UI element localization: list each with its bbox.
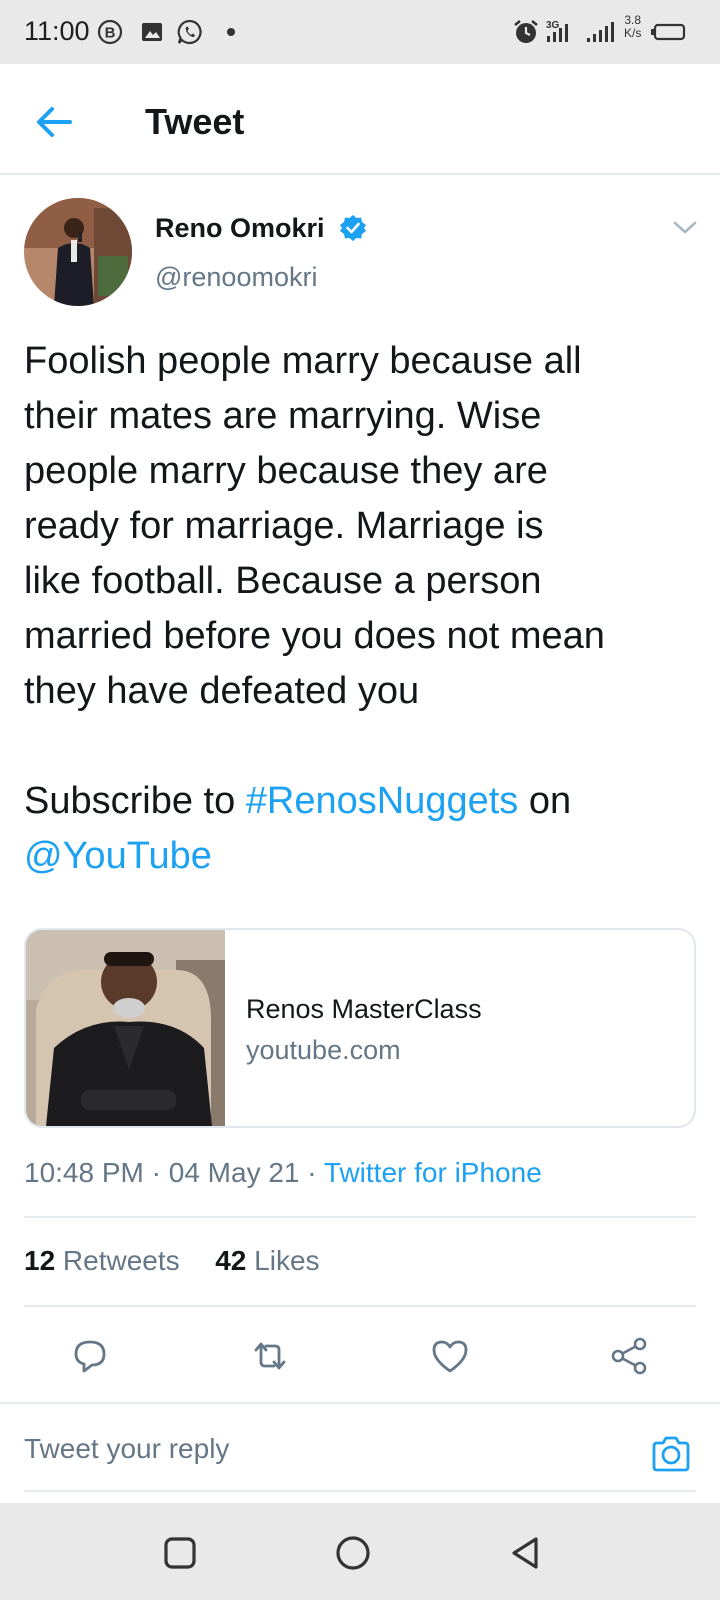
alarm-icon xyxy=(514,20,538,43)
retweets-stat[interactable]: 12 Retweets xyxy=(24,1245,180,1276)
author-handle[interactable]: @renoomokri xyxy=(155,262,317,293)
likes-stat[interactable]: 42 Likes xyxy=(215,1245,319,1276)
tweet-stats: 12 Retweets 42 Likes xyxy=(24,1245,320,1277)
meta-separator: · xyxy=(299,1157,324,1188)
chevron-down-icon[interactable] xyxy=(672,220,698,236)
likes-label: Likes xyxy=(246,1245,320,1276)
retweets-count: 12 xyxy=(24,1245,56,1276)
tweet-date: 04 May 21 xyxy=(168,1157,300,1188)
battery-icon xyxy=(651,23,686,41)
net-speed-unit: K/s xyxy=(624,26,642,40)
verified-badge-icon xyxy=(340,215,366,241)
tweet-line: like football. Because a person xyxy=(24,560,542,602)
tweet-text: Foolish people marry because all their m… xyxy=(24,334,700,884)
card-thumbnail xyxy=(26,930,225,1126)
avatar[interactable] xyxy=(24,198,132,306)
card-title: Renos MasterClass xyxy=(246,994,482,1024)
avatar-image xyxy=(24,198,132,306)
tweet-line: ready for marriage. Marriage is xyxy=(24,505,544,547)
svg-text:3G: 3G xyxy=(546,20,560,31)
tweet-line: married before you does not mean xyxy=(24,615,605,657)
dot-icon xyxy=(227,28,235,36)
mention-link[interactable]: @YouTube xyxy=(24,835,212,877)
signal-icon xyxy=(587,22,614,42)
tweet-line: their mates are marrying. Wise xyxy=(24,395,542,437)
divider xyxy=(24,1305,696,1307)
svg-text:B: B xyxy=(105,25,116,42)
author-name[interactable]: Reno Omokri xyxy=(155,213,325,244)
retweet-icon[interactable] xyxy=(248,1334,292,1378)
hashtag-link[interactable]: #RenosNuggets xyxy=(246,780,519,822)
status-time: 11:00 xyxy=(24,16,90,46)
app-header: Tweet xyxy=(0,64,720,175)
system-nav-bar xyxy=(0,1503,720,1600)
share-icon[interactable] xyxy=(608,1334,652,1378)
whatsapp-icon xyxy=(177,19,202,45)
tweet-meta: 10:48 PM · 04 May 21 · Twitter for iPhon… xyxy=(24,1157,542,1189)
page-title: Tweet xyxy=(145,101,245,142)
link-card[interactable]: Renos MasterClass youtube.com xyxy=(24,928,696,1128)
status-bar: 11:00 B 3G 3.8 K/s xyxy=(0,0,720,64)
likes-count: 42 xyxy=(215,1245,247,1276)
tweet-line: people marry because they are xyxy=(24,450,548,492)
b-circle-icon: B xyxy=(97,19,123,45)
divider xyxy=(0,1402,720,1404)
tweet-subscribe-line: Subscribe to #RenosNuggets on xyxy=(24,774,700,829)
reply-icon[interactable] xyxy=(68,1334,112,1378)
camera-icon[interactable] xyxy=(649,1432,693,1476)
retweets-label: Retweets xyxy=(55,1245,180,1276)
net-speed: 3.8 K/s xyxy=(624,14,641,40)
back-button[interactable] xyxy=(32,100,76,144)
divider xyxy=(24,1216,696,1218)
reply-input[interactable] xyxy=(24,1433,604,1465)
tweet-line: Foolish people marry because all xyxy=(24,340,582,382)
subscribe-text: Subscribe to xyxy=(24,780,246,822)
tweet-line: they have defeated you xyxy=(24,670,420,712)
image-icon xyxy=(142,23,162,41)
card-domain: youtube.com xyxy=(246,1035,401,1065)
signal-3g-icon: 3G xyxy=(546,20,568,42)
reply-underline xyxy=(24,1490,696,1492)
on-text: on xyxy=(518,780,572,822)
meta-separator: · xyxy=(143,1157,169,1188)
like-icon[interactable] xyxy=(428,1334,472,1378)
back-nav-icon[interactable] xyxy=(506,1533,546,1573)
tweet-source-link[interactable]: Twitter for iPhone xyxy=(324,1157,542,1188)
tweet-time: 10:48 PM xyxy=(24,1157,144,1188)
home-icon[interactable] xyxy=(333,1533,373,1573)
recent-apps-icon[interactable] xyxy=(160,1533,200,1573)
